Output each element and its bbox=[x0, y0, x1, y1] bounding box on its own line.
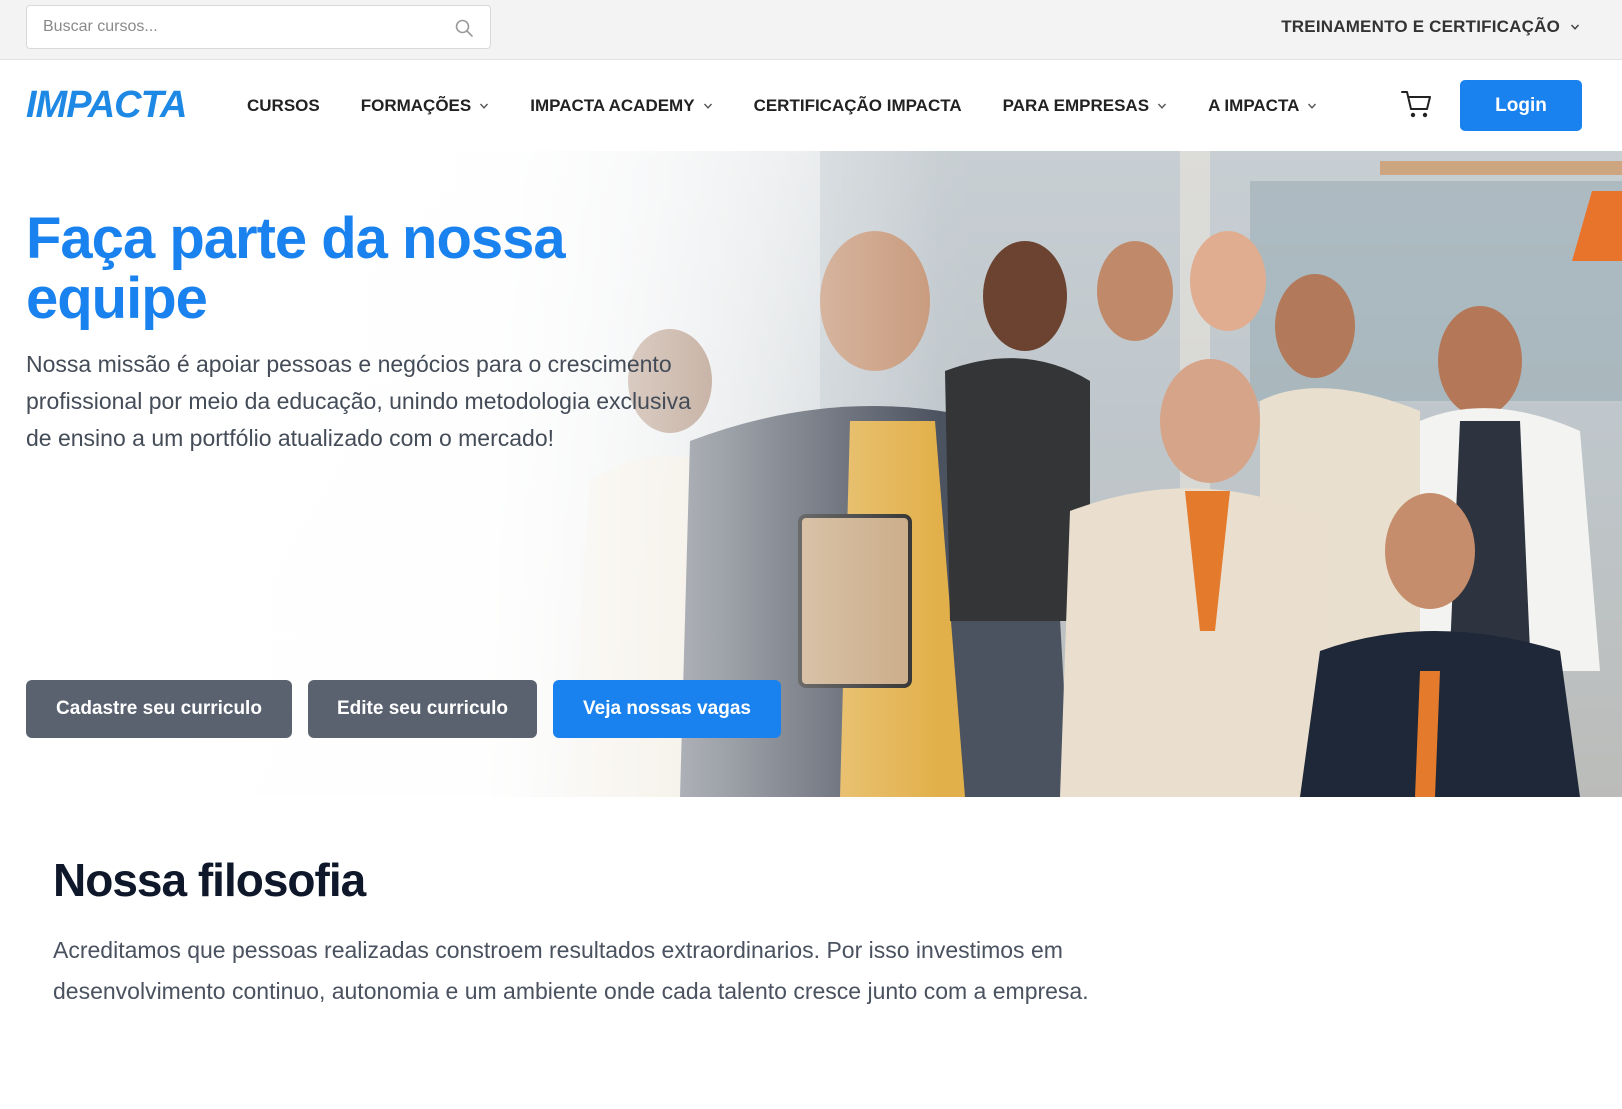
filosofia-text: Acreditamos que pessoas realizadas const… bbox=[53, 937, 1089, 1004]
hero-title: Faça parte da nossa equipe bbox=[26, 206, 566, 331]
treinamento-dropdown[interactable]: TREINAMENTO E CERTIFICAÇÃO bbox=[1281, 17, 1580, 37]
nav-item-cursos[interactable]: CURSOS bbox=[247, 96, 320, 116]
cadastre-curriculo-button[interactable]: Cadastre seu curriculo bbox=[26, 680, 292, 738]
nav-item-label: CURSOS bbox=[247, 96, 320, 115]
search-box bbox=[26, 5, 491, 49]
nav-item-label: A IMPACTA bbox=[1208, 96, 1300, 115]
main-nav: IMPACTA CURSOS FORMAÇÕES IMPACTA ACADEMY… bbox=[0, 60, 1622, 151]
nav-item-label: CERTIFICAÇÃO IMPACTA bbox=[753, 96, 962, 115]
hero-description: Nossa missão é apoiar pessoas e negócios… bbox=[26, 351, 691, 451]
veja-vagas-button[interactable]: Veja nossas vagas bbox=[553, 680, 781, 738]
chevron-down-icon bbox=[1570, 24, 1580, 30]
nav-item-formacoes[interactable]: FORMAÇÕES bbox=[361, 96, 490, 116]
hero-banner: Faça parte da nossa equipe Nossa missão … bbox=[0, 151, 1622, 797]
search-input[interactable] bbox=[27, 6, 459, 48]
login-button[interactable]: Login bbox=[1460, 80, 1582, 131]
treinamento-label: TREINAMENTO E CERTIFICAÇÃO bbox=[1281, 17, 1560, 36]
impacta-logo[interactable]: IMPACTA bbox=[26, 84, 187, 127]
nav-item-certificacao-impacta[interactable]: CERTIFICAÇÃO IMPACTA bbox=[754, 96, 962, 116]
nav-item-para-empresas[interactable]: PARA EMPRESAS bbox=[1003, 96, 1167, 116]
chevron-down-icon bbox=[1308, 103, 1317, 109]
chevron-down-icon bbox=[1158, 103, 1167, 109]
nav-menu: CURSOS FORMAÇÕES IMPACTA ACADEMY CERTIFI… bbox=[247, 96, 1358, 116]
top-bar: TREINAMENTO E CERTIFICAÇÃO bbox=[0, 0, 1622, 60]
nav-item-label: IMPACTA ACADEMY bbox=[530, 96, 695, 115]
nav-item-label: PARA EMPRESAS bbox=[1002, 96, 1150, 115]
search-icon[interactable] bbox=[454, 18, 474, 38]
nav-item-impacta-academy[interactable]: IMPACTA ACADEMY bbox=[530, 96, 712, 116]
nav-item-label: FORMAÇÕES bbox=[360, 96, 472, 115]
cart-icon[interactable] bbox=[1400, 87, 1434, 121]
filosofia-title: Nossa filosofia bbox=[53, 854, 366, 906]
edite-curriculo-button[interactable]: Edite seu curriculo bbox=[308, 680, 537, 738]
chevron-down-icon bbox=[480, 103, 489, 109]
chevron-down-icon bbox=[703, 103, 712, 109]
nav-item-a-impacta[interactable]: A IMPACTA bbox=[1208, 96, 1317, 116]
